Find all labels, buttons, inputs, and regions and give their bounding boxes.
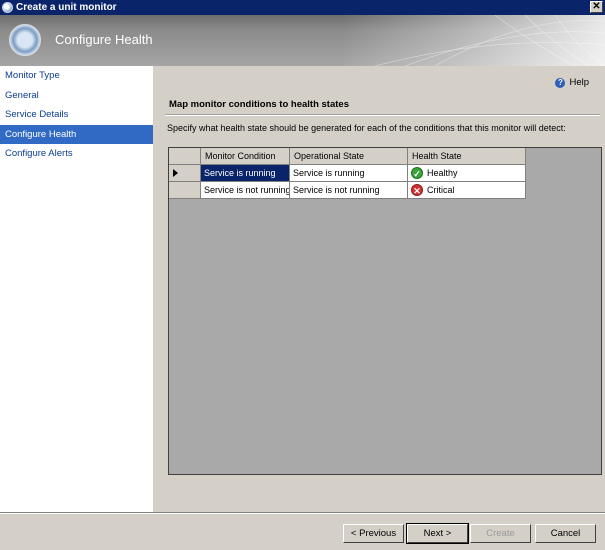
table-row[interactable]: Service is running Service is running ✓ H…	[169, 165, 526, 182]
help-link[interactable]: ? Help	[555, 77, 589, 88]
health-state-label: Critical	[427, 185, 455, 195]
nav-item-monitor-type[interactable]: Monitor Type	[0, 66, 153, 86]
section-description: Specify what health state should be gene…	[167, 123, 566, 133]
table-row[interactable]: Service is not running Service is not ru…	[169, 182, 526, 199]
health-state-label: Healthy	[427, 168, 458, 178]
header-banner: Configure Health	[0, 15, 605, 66]
column-header-health-state[interactable]: Health State	[408, 148, 526, 165]
operational-state-cell[interactable]: Service is not running	[290, 182, 408, 199]
section-divider	[165, 114, 600, 116]
health-state-cell[interactable]: ✕ Critical	[408, 182, 526, 199]
window-title: Create a unit monitor	[16, 2, 117, 13]
wizard-circle-icon	[9, 24, 41, 56]
health-mapping-grid: Monitor Condition Operational State Heal…	[168, 147, 602, 475]
nav-item-configure-alerts[interactable]: Configure Alerts	[0, 144, 153, 164]
grid-header-row: Monitor Condition Operational State Heal…	[169, 148, 526, 165]
row-header[interactable]	[169, 165, 201, 182]
critical-x-icon: ✕	[411, 183, 423, 196]
content-panel: ? Help Map monitor conditions to health …	[153, 66, 605, 512]
nav-item-general[interactable]: General	[0, 86, 153, 106]
grid-corner-cell	[169, 148, 201, 165]
column-header-operational-state[interactable]: Operational State	[290, 148, 408, 165]
healthy-check-icon: ✓	[411, 166, 423, 179]
footer-divider	[0, 512, 605, 514]
monitor-condition-cell[interactable]: Service is running	[201, 165, 290, 182]
help-icon: ?	[555, 77, 566, 88]
nav-item-configure-health[interactable]: Configure Health	[0, 124, 153, 144]
column-header-monitor-condition[interactable]: Monitor Condition	[201, 148, 290, 165]
wizard-nav: Monitor Type General Service Details Con…	[0, 66, 153, 512]
banner-lines-decoration	[375, 15, 605, 66]
nav-item-service-details[interactable]: Service Details	[0, 105, 153, 125]
health-state-cell[interactable]: ✓ Healthy	[408, 165, 526, 182]
row-header[interactable]	[169, 182, 201, 199]
page-title: Configure Health	[55, 32, 153, 47]
section-title: Map monitor conditions to health states	[169, 99, 349, 110]
operational-state-cell[interactable]: Service is running	[290, 165, 408, 182]
current-row-arrow-icon	[173, 169, 178, 177]
create-button[interactable]: Create	[470, 524, 531, 543]
next-button[interactable]: Next >	[406, 523, 469, 544]
close-button[interactable]: ✕	[590, 1, 603, 13]
title-bar: Create a unit monitor ✕	[0, 0, 605, 15]
help-label[interactable]: Help	[569, 77, 589, 88]
app-icon	[2, 2, 13, 13]
monitor-condition-cell[interactable]: Service is not running	[201, 182, 290, 199]
cancel-button[interactable]: Cancel	[535, 524, 596, 543]
previous-button[interactable]: < Previous	[343, 524, 404, 543]
